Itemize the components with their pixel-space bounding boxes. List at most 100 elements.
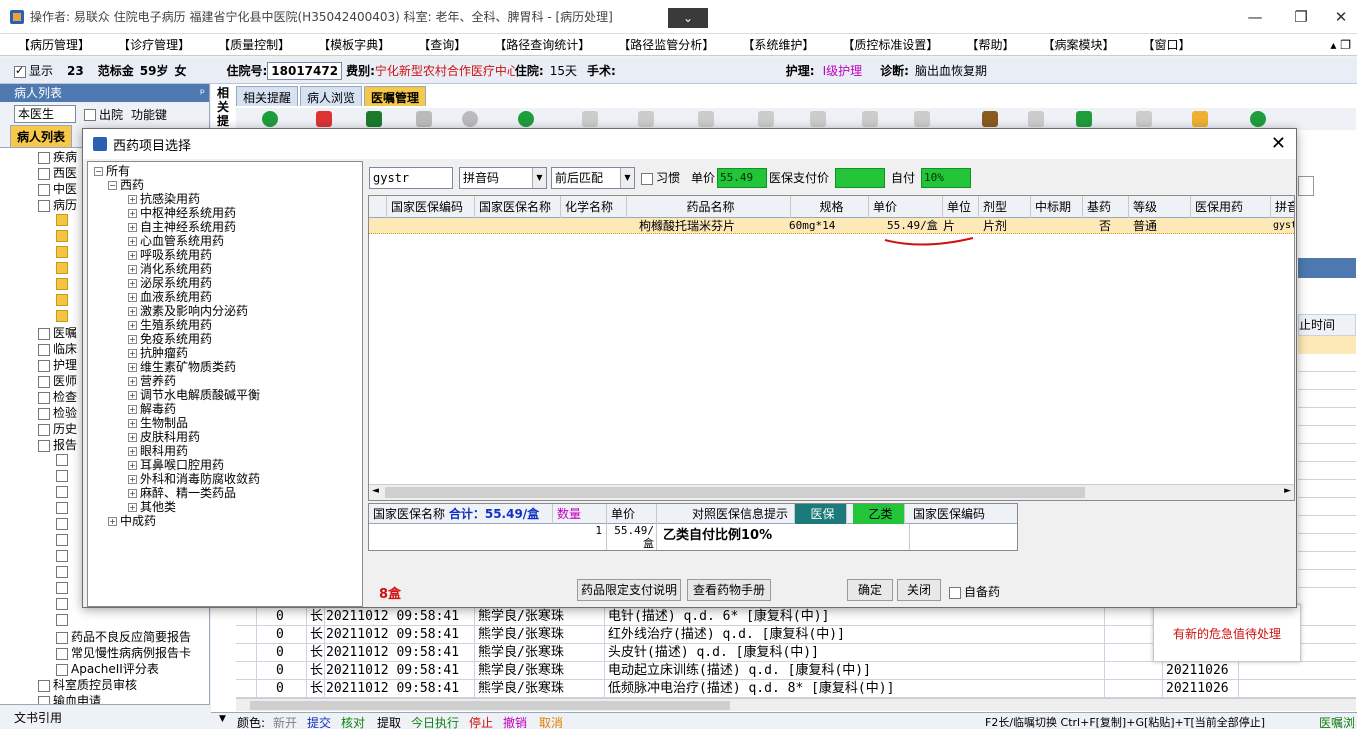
tree-item[interactable] xyxy=(56,260,71,274)
limit-payment-button[interactable]: 药品限定支付说明 xyxy=(577,579,681,601)
menu-treatment-mgmt[interactable]: 诊疗管理 xyxy=(104,36,204,53)
undo-icon[interactable] xyxy=(316,111,332,127)
order-browse-link[interactable]: 医嘱浏 xyxy=(1319,714,1357,729)
tab-reminder[interactable]: 相关提醒 xyxy=(236,86,299,106)
tree-node-category[interactable]: + 生物制品 xyxy=(128,416,188,430)
copy-icon[interactable] xyxy=(416,111,432,127)
col-chemical-name[interactable]: 化学名称 xyxy=(561,196,627,218)
close-window-button[interactable]: ✕ xyxy=(1321,6,1357,28)
drug-manual-button[interactable]: 查看药物手册 xyxy=(687,579,771,601)
expand-icon[interactable]: + xyxy=(128,503,137,512)
tree-node-category[interactable]: + 血液系统用药 xyxy=(128,290,212,304)
doc-reference[interactable]: 文书引用 xyxy=(0,704,210,729)
match-mode-select[interactable]: 前后匹配 ▼ xyxy=(551,167,635,189)
col-bid-period[interactable]: 中标期 xyxy=(1031,196,1083,218)
tree-node-category[interactable]: + 眼科用药 xyxy=(128,444,188,458)
doctor-select[interactable]: 本医生 xyxy=(14,105,76,123)
expand-icon[interactable]: + xyxy=(128,307,137,316)
expand-icon[interactable]: + xyxy=(128,475,137,484)
tree-item[interactable] xyxy=(56,516,71,530)
code-mode-select[interactable]: 拼音码 ▼ xyxy=(459,167,547,189)
tree-item[interactable]: ApacheII评分表 xyxy=(56,660,159,677)
dialog-close-icon[interactable]: ✕ xyxy=(1271,133,1286,154)
summary-qty-value[interactable]: 1 xyxy=(553,524,607,550)
tree-item[interactable]: 病历 xyxy=(38,196,77,213)
tree-item[interactable]: 检验 xyxy=(38,404,77,421)
tree-node-category[interactable]: + 生殖系统用药 xyxy=(128,318,212,332)
side-field[interactable] xyxy=(1298,176,1314,196)
col-unit[interactable]: 单位 xyxy=(943,196,979,218)
col-national-name[interactable]: 国家医保名称 xyxy=(475,196,561,218)
tree-item[interactable] xyxy=(56,276,71,290)
table-row[interactable]: 0 长 20211012 09:58:41 熊学良/张寒珠 电动起立床训练(描述… xyxy=(236,662,1356,680)
tree-item[interactable] xyxy=(56,468,71,482)
search-input[interactable]: gystr xyxy=(369,167,453,189)
menu-system[interactable]: 系统维护 xyxy=(728,36,828,53)
tree-item[interactable]: 历史 xyxy=(38,420,77,437)
tree-item[interactable] xyxy=(56,212,71,226)
mail2-icon[interactable] xyxy=(638,111,654,127)
scroll-left-icon[interactable]: ◄ xyxy=(372,486,379,496)
tree-node-category[interactable]: + 营养药 xyxy=(128,374,176,388)
title-dropdown-button[interactable]: ⌄ xyxy=(668,8,708,28)
tree-node-category[interactable]: + 耳鼻喉口腔用药 xyxy=(128,458,224,472)
col-unit-price[interactable]: 单价 xyxy=(869,196,943,218)
tree-item[interactable] xyxy=(56,612,71,626)
expand-icon[interactable]: + xyxy=(128,447,137,456)
tree-node-category[interactable]: + 激素及影响内分泌药 xyxy=(128,304,248,318)
expand-icon[interactable]: + xyxy=(128,391,137,400)
expand-icon[interactable]: + xyxy=(128,335,137,344)
calc-icon[interactable] xyxy=(1136,111,1152,127)
ok-button[interactable]: 确定 xyxy=(847,579,893,601)
add2-icon[interactable] xyxy=(1250,111,1266,127)
mdi-controls[interactable]: ▴ ❐ xyxy=(1330,38,1351,52)
drug-result-row[interactable]: 枸橼酸托瑞米芬片 60mg*14 55.49/盒 片 片剂 否 普通 gyst xyxy=(369,218,1294,234)
expand-icon[interactable]: ▼ xyxy=(219,714,226,724)
scroll-thumb[interactable] xyxy=(385,487,1085,498)
tree-node-category[interactable]: + 呼吸系统用药 xyxy=(128,248,212,262)
expand-icon[interactable]: + xyxy=(128,223,137,232)
save-icon[interactable] xyxy=(366,111,382,127)
doc-icon[interactable] xyxy=(758,111,774,127)
scroll-thumb[interactable] xyxy=(250,701,730,710)
mail-icon[interactable] xyxy=(582,111,598,127)
expand-icon[interactable]: + xyxy=(128,279,137,288)
tree-item[interactable] xyxy=(56,228,71,242)
expand-icon[interactable]: + xyxy=(128,265,137,274)
expand-icon[interactable]: + xyxy=(128,433,137,442)
collapse-icon[interactable]: − xyxy=(94,167,103,176)
self-prepared-checkbox[interactable]: 自备药 xyxy=(949,583,1000,600)
disable-icon[interactable] xyxy=(462,111,478,127)
tree-item[interactable] xyxy=(56,452,71,466)
minus-icon[interactable] xyxy=(518,111,534,127)
expand-icon[interactable]: + xyxy=(128,461,137,470)
tree-item[interactable] xyxy=(56,564,71,578)
tree-node-category[interactable]: + 消化系统用药 xyxy=(128,262,212,276)
expand-icon[interactable]: + xyxy=(128,377,137,386)
expand-icon[interactable]: + xyxy=(128,293,137,302)
tab-order-mgmt[interactable]: 医嘱管理 xyxy=(364,86,427,106)
tree-node-category[interactable]: + 皮肤科用药 xyxy=(128,430,200,444)
add-icon[interactable] xyxy=(262,111,278,127)
collapse-icon[interactable]: − xyxy=(108,181,117,190)
tree-item[interactable]: 护理 xyxy=(38,356,77,373)
col-drug-name[interactable]: 药品名称 xyxy=(627,196,791,218)
tab-patient-browse[interactable]: 病人浏览 xyxy=(300,86,363,106)
menu-path-query[interactable]: 路径查询统计 xyxy=(480,36,604,53)
tree-item[interactable] xyxy=(56,596,71,610)
expand-icon[interactable]: + xyxy=(108,517,117,526)
tree-node-western[interactable]: − 西药 xyxy=(108,178,144,192)
tree-item[interactable] xyxy=(56,500,71,514)
menu-path-analysis[interactable]: 路径监管分析 xyxy=(604,36,728,53)
tree-item[interactable]: 西医 xyxy=(38,164,77,181)
tree-item[interactable]: 疾病 xyxy=(38,148,77,165)
tree-item[interactable]: 报告 xyxy=(38,436,77,453)
menu-query[interactable]: 查询 xyxy=(404,36,480,53)
delete-icon[interactable] xyxy=(914,111,930,127)
expand-icon[interactable]: + xyxy=(128,237,137,246)
tree-item[interactable]: 临床 xyxy=(38,340,77,357)
tree-item[interactable]: 检查 xyxy=(38,388,77,405)
tree-item[interactable] xyxy=(56,308,71,322)
col-spec[interactable]: 规格 xyxy=(791,196,869,218)
table-row[interactable]: 0 长 20211012 09:58:41 熊学良/张寒珠 低频脉冲电治疗(描述… xyxy=(236,680,1356,698)
